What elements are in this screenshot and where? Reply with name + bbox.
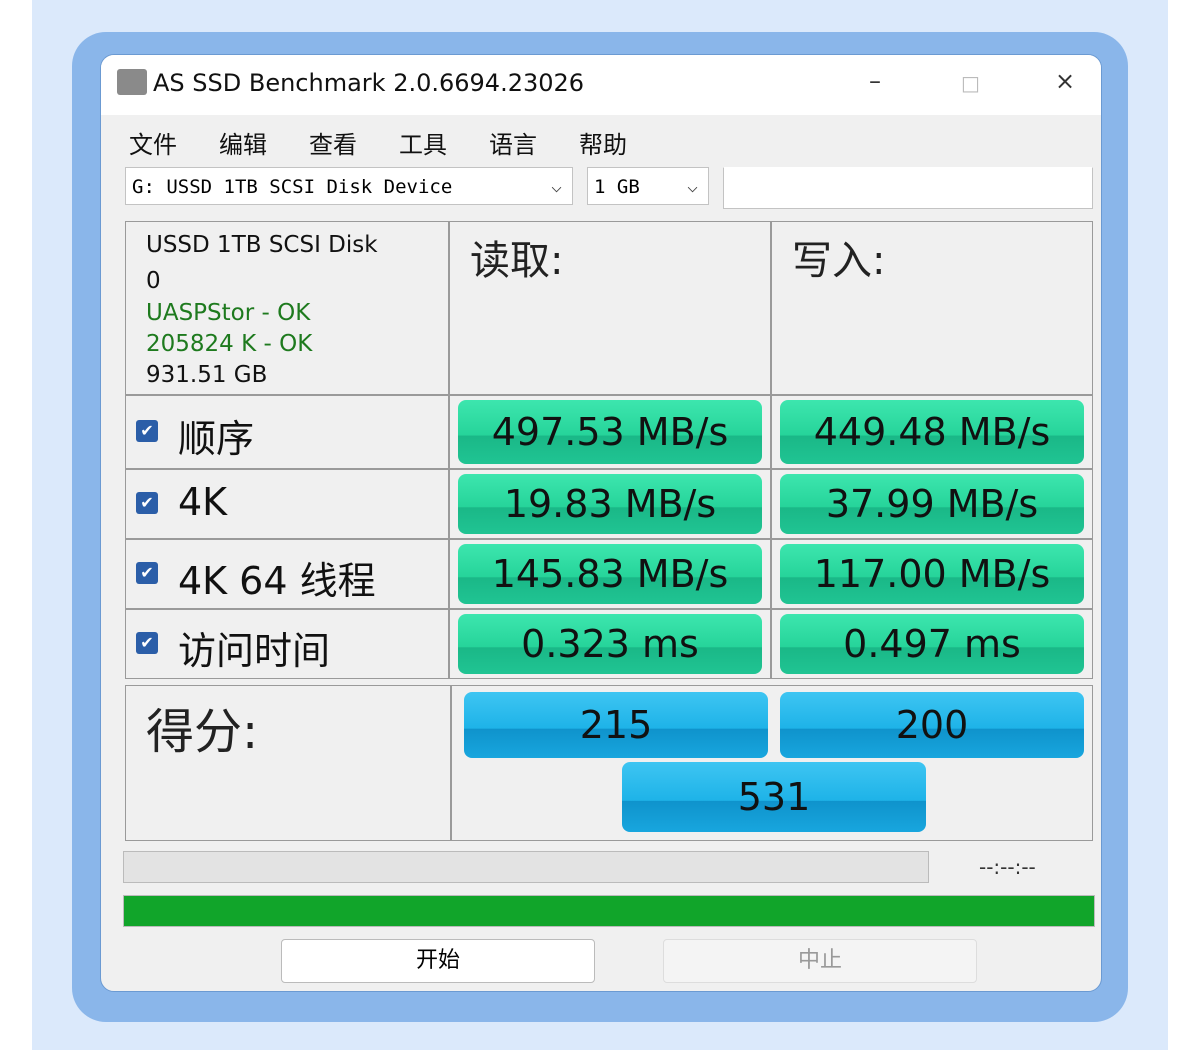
title-bar: AS SSD Benchmark 2.0.6694.23026 – □ × [101, 55, 1101, 115]
close-button[interactable]: × [1055, 67, 1075, 95]
cell-access-write: 0.497 ms [771, 609, 1093, 679]
drive-select[interactable]: G: USSD 1TB SCSI Disk Device ⌵ [125, 167, 573, 205]
device-line2: 0 [146, 268, 161, 294]
4k64-read-value: 145.83 MB/s [458, 544, 762, 604]
checkbox-seq[interactable]: ✔ [136, 420, 158, 442]
alignment-status: 205824 K - OK [146, 331, 313, 357]
status-field [723, 167, 1093, 209]
checkbox-access[interactable]: ✔ [136, 632, 158, 654]
seq-write-value: 449.48 MB/s [780, 400, 1084, 464]
driver-status: UASPStor - OK [146, 300, 311, 326]
row-seq: ✔ 顺序 [125, 395, 449, 469]
row-4k: ✔ 4K [125, 469, 449, 539]
access-write-value: 0.497 ms [780, 614, 1084, 674]
row-label-access: 访问时间 [178, 629, 331, 673]
minimize-button[interactable]: – [869, 67, 881, 95]
4k-write-value: 37.99 MB/s [780, 474, 1084, 534]
menu-edit[interactable]: 编辑 [219, 125, 267, 160]
write-header-cell: 写入: [771, 221, 1093, 395]
drive-select-value: G: USSD 1TB SCSI Disk Device [132, 176, 453, 198]
read-score: 215 [464, 692, 768, 758]
progress-bar [123, 851, 929, 883]
total-score: 531 [622, 762, 926, 832]
device-name: USSD 1TB SCSI Disk [146, 232, 378, 258]
menu-tools[interactable]: 工具 [399, 125, 447, 160]
chevron-down-icon: ⌵ [551, 176, 562, 197]
cell-seq-write: 449.48 MB/s [771, 395, 1093, 469]
checkbox-4k[interactable]: ✔ [136, 492, 158, 514]
overall-progress-fill [124, 896, 1094, 926]
menu-view[interactable]: 查看 [309, 125, 357, 160]
size-select[interactable]: 1 GB ⌵ [587, 167, 709, 205]
cell-4k64-read: 145.83 MB/s [449, 539, 771, 609]
maximize-button[interactable]: □ [961, 71, 980, 95]
cell-4k-read: 19.83 MB/s [449, 469, 771, 539]
cell-seq-read: 497.53 MB/s [449, 395, 771, 469]
menu-file[interactable]: 文件 [129, 125, 177, 160]
read-header: 读取: [470, 238, 564, 284]
elapsed-time: --:--:-- [979, 855, 1036, 879]
drive-icon [117, 69, 147, 95]
4k64-write-value: 117.00 MB/s [780, 544, 1084, 604]
menu-language[interactable]: 语言 [489, 125, 537, 160]
access-read-value: 0.323 ms [458, 614, 762, 674]
size-select-value: 1 GB [594, 176, 640, 198]
cell-4k-write: 37.99 MB/s [771, 469, 1093, 539]
menu-bar: 文件 编辑 查看 工具 语言 帮助 [101, 115, 1101, 165]
device-info-panel: USSD 1TB SCSI Disk 0 UASPStor - OK 20582… [125, 221, 449, 395]
score-values-cell: 215 200 531 [451, 685, 1093, 841]
cell-4k64-write: 117.00 MB/s [771, 539, 1093, 609]
row-4k64: ✔ 4K 64 线程 [125, 539, 449, 609]
device-capacity: 931.51 GB [146, 362, 268, 388]
row-label-4k: 4K [178, 480, 228, 524]
chevron-down-icon: ⌵ [687, 176, 698, 197]
seq-read-value: 497.53 MB/s [458, 400, 762, 464]
write-score: 200 [780, 692, 1084, 758]
start-button[interactable]: 开始 [281, 939, 595, 983]
score-header: 得分: [146, 704, 259, 760]
cell-access-read: 0.323 ms [449, 609, 771, 679]
checkbox-4k64[interactable]: ✔ [136, 562, 158, 584]
read-header-cell: 读取: [449, 221, 771, 395]
4k-read-value: 19.83 MB/s [458, 474, 762, 534]
menu-help[interactable]: 帮助 [579, 125, 627, 160]
app-window: AS SSD Benchmark 2.0.6694.23026 – □ × 文件… [100, 54, 1102, 992]
row-access: ✔ 访问时间 [125, 609, 449, 679]
overall-progress-track [123, 895, 1095, 927]
write-header: 写入: [792, 238, 886, 284]
window-title: AS SSD Benchmark 2.0.6694.23026 [153, 69, 585, 97]
stop-button[interactable]: 中止 [663, 939, 977, 983]
row-label-seq: 顺序 [178, 417, 255, 461]
score-label-cell: 得分: [125, 685, 451, 841]
row-label-4k64: 4K 64 线程 [178, 559, 376, 603]
